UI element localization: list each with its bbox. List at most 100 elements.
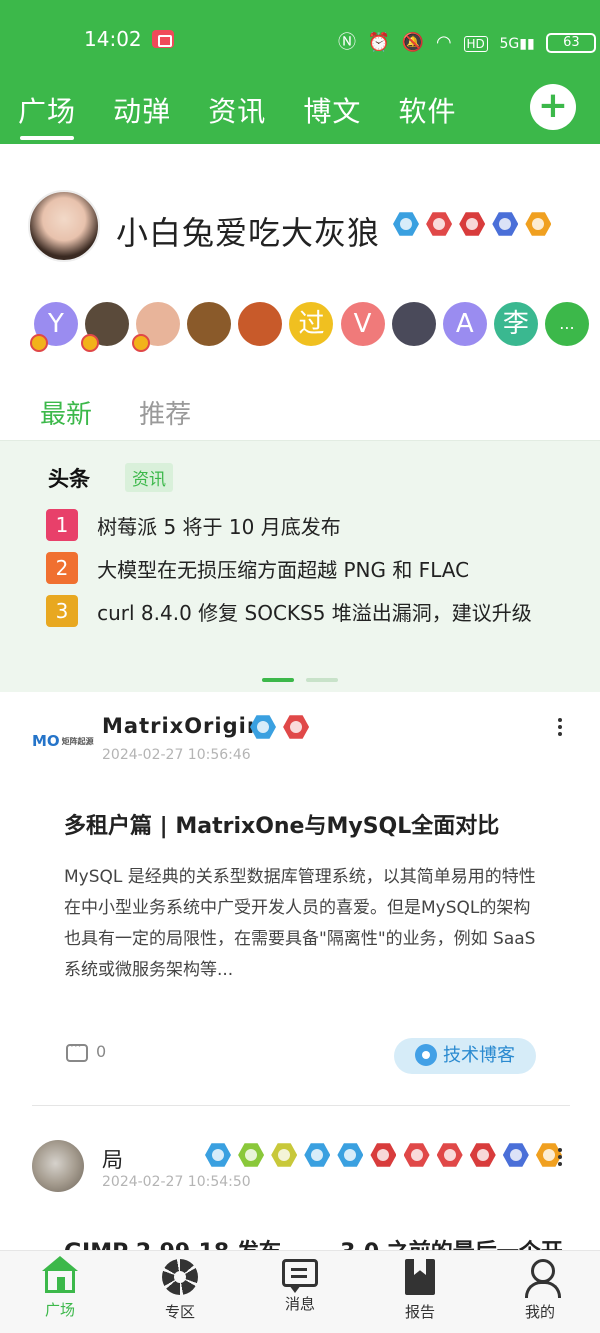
nav-label: 我的 <box>524 1303 555 1321</box>
battery-icon: 63 <box>546 33 597 53</box>
follower-avatar[interactable]: V <box>340 302 385 346</box>
badge-icon <box>283 715 310 739</box>
headline-item[interactable]: 3 curl 8.4.0 修复 SOCKS5 堆溢出漏洞，建议升级 <box>46 595 532 627</box>
badge-icon <box>492 212 519 236</box>
badge-icon <box>304 1143 331 1167</box>
follower-avatar[interactable] <box>391 302 436 346</box>
add-button[interactable]: + <box>530 84 576 130</box>
nfc-icon: Ⓝ <box>338 32 356 53</box>
nav-messages[interactable]: 消息 <box>260 1259 340 1314</box>
headline-rank: 1 <box>46 509 78 541</box>
headline-item[interactable]: 1 树莓派 5 将于 10 月底发布 <box>46 509 341 541</box>
post-card[interactable]: MO 矩阵起源 MatrixOrigin 2024-02-27 10:56:46 … <box>0 692 600 1106</box>
tab-software[interactable]: 软件 <box>398 90 456 130</box>
comment-count[interactable]: 0 <box>66 1039 107 1062</box>
nav-label: 专区 <box>164 1303 195 1321</box>
badge-icon <box>525 212 552 236</box>
tab-blogs[interactable]: 博文 <box>303 90 361 130</box>
status-icons: Ⓝ ⏰ 🔕 ◠ HD 5G▮▮ 63 <box>338 28 600 54</box>
tab-news[interactable]: 资讯 <box>208 90 266 130</box>
post-author[interactable]: 局 <box>102 1144 124 1174</box>
badge-icon <box>426 212 453 236</box>
hd-icon: HD <box>463 36 488 52</box>
badge-icon <box>370 1143 397 1167</box>
blog-icon <box>415 1043 437 1066</box>
medal-icon <box>81 334 100 352</box>
tab-square[interactable]: 广场 <box>18 90 76 140</box>
badge-icon <box>459 212 486 236</box>
post-card[interactable]: 局 2024-02-27 10:54:50 GIMP 2.99.18 发布 ——… <box>0 1106 600 1265</box>
feed-tabs: 最新 推荐 <box>40 394 233 431</box>
headline-text: 树莓派 5 将于 10 月底发布 <box>97 514 341 539</box>
nav-zone[interactable]: 专区 <box>140 1259 220 1322</box>
author-badges <box>250 714 311 740</box>
follower-avatar[interactable] <box>187 302 232 346</box>
nav-label: 报告 <box>404 1303 435 1321</box>
follower-avatar[interactable]: Y <box>30 302 78 352</box>
headline-text: curl 8.4.0 修复 SOCKS5 堆溢出漏洞，建议升级 <box>97 600 532 625</box>
bottom-nav: 广场 专区 消息 报告 我的 <box>0 1250 600 1333</box>
badge-icon <box>502 1143 529 1167</box>
user-icon <box>522 1259 561 1298</box>
headline-rank: 3 <box>46 595 78 627</box>
status-bar: 14:02 Ⓝ ⏰ 🔕 ◠ HD 5G▮▮ 63 <box>0 0 600 80</box>
comment-icon <box>66 1039 88 1062</box>
follower-avatars: Y 过 V A 李 ... <box>30 302 591 352</box>
carousel-indicator <box>262 667 350 686</box>
headline-text: 大模型在无损压缩方面超越 PNG 和 FLAC <box>97 557 470 582</box>
follower-avatar[interactable] <box>238 302 283 346</box>
headlines-tag: 资讯 <box>125 463 173 492</box>
nav-me[interactable]: 我的 <box>500 1259 580 1322</box>
follower-avatar[interactable]: 过 <box>289 302 334 346</box>
nav-label: 广场 <box>44 1301 75 1319</box>
author-avatar[interactable] <box>32 1140 84 1192</box>
headlines-title: 头条 <box>48 467 90 491</box>
badge-icon <box>238 1143 265 1167</box>
user-avatar[interactable] <box>28 190 100 262</box>
nav-square[interactable]: 广场 <box>20 1256 100 1320</box>
aperture-icon <box>162 1259 198 1295</box>
mute-icon: 🔕 <box>401 32 425 53</box>
status-time: 14:02 <box>84 27 142 51</box>
category-tag[interactable]: 技术博客 <box>394 1038 536 1074</box>
headline-rank: 2 <box>46 552 78 584</box>
headlines-card[interactable]: 头条 资讯 1 树莓派 5 将于 10 月底发布 2 大模型在无损压缩方面超越 … <box>0 440 600 692</box>
badge-icon <box>469 1143 496 1167</box>
tab-tweets[interactable]: 动弹 <box>113 90 171 130</box>
follower-avatar[interactable]: 李 <box>493 302 538 346</box>
badge-icon <box>271 1143 298 1167</box>
author-logo[interactable]: MO 矩阵起源 <box>32 732 94 752</box>
tab-recommended[interactable]: 推荐 <box>139 394 191 431</box>
badge-icon <box>337 1143 364 1167</box>
more-options-icon[interactable] <box>550 1146 570 1170</box>
post-author[interactable]: MatrixOrigin <box>102 714 263 738</box>
badge-icon <box>403 1143 430 1167</box>
badge-icon <box>436 1143 463 1167</box>
top-bar: 14:02 Ⓝ ⏰ 🔕 ◠ HD 5G▮▮ 63 广场 动弹 资讯 博文 软件 … <box>0 0 600 144</box>
nav-report[interactable]: 报告 <box>380 1259 460 1322</box>
more-followers-button[interactable]: ... <box>544 302 589 346</box>
screen-record-icon <box>152 30 174 48</box>
headline-item[interactable]: 2 大模型在无损压缩方面超越 PNG 和 FLAC <box>46 552 469 584</box>
comment-count-value: 0 <box>96 1042 107 1061</box>
5g-signal-icon: 5G▮▮ <box>499 36 535 52</box>
user-name[interactable]: 小白兔爱吃大灰狼 <box>116 208 380 254</box>
author-badges <box>205 1142 564 1168</box>
post-time: 2024-02-27 10:56:46 <box>102 747 251 763</box>
post-title[interactable]: 多租户篇 | MatrixOne与MySQL全面对比 <box>64 808 499 840</box>
badge-icon <box>250 715 276 739</box>
nav-label: 消息 <box>284 1295 315 1313</box>
tab-latest[interactable]: 最新 <box>40 394 92 431</box>
top-tabs: 广场 动弹 资讯 博文 软件 <box>18 90 488 140</box>
carousel-dot <box>262 678 294 682</box>
follower-avatar[interactable] <box>81 302 130 352</box>
more-options-icon[interactable] <box>550 716 570 740</box>
follower-avatar[interactable] <box>132 302 181 352</box>
post-time: 2024-02-27 10:54:50 <box>102 1174 251 1190</box>
badge-icon <box>393 212 419 236</box>
profile-section: 小白兔爱吃大灰狼 Y 过 V A 李 ... 最新 推荐 <box>0 144 600 440</box>
medal-icon <box>132 334 151 352</box>
badge-icon <box>205 1143 231 1167</box>
carousel-dot <box>306 678 338 682</box>
follower-avatar[interactable]: A <box>442 302 487 346</box>
